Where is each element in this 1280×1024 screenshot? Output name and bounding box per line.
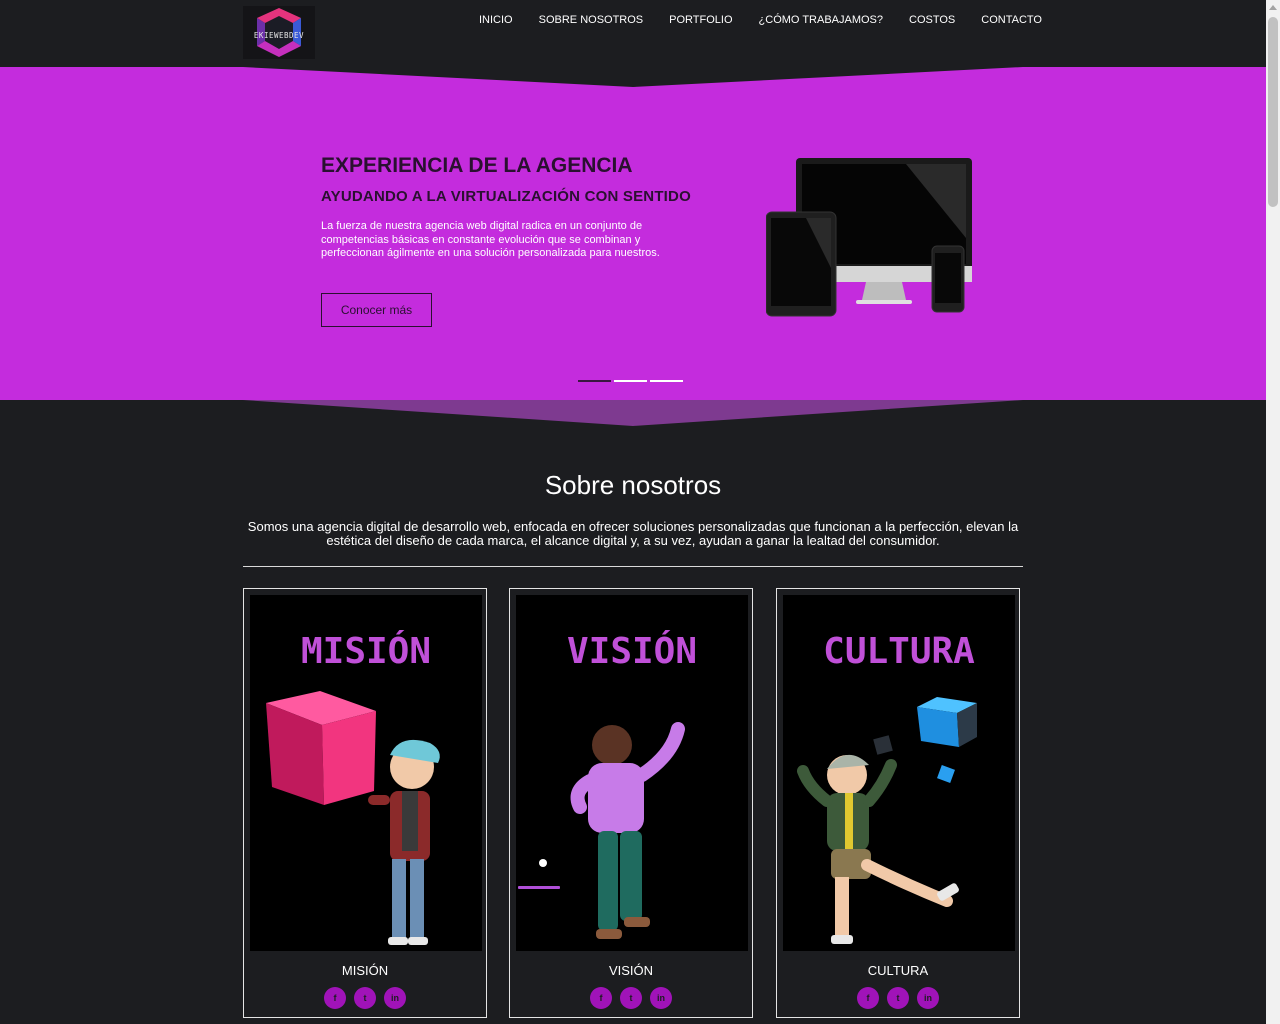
facebook-icon[interactable]: f: [324, 987, 346, 1009]
facebook-icon[interactable]: f: [590, 987, 612, 1009]
social-links: f t in: [510, 987, 752, 1009]
hero-bottom-band: [243, 400, 1023, 426]
facebook-icon[interactable]: f: [857, 987, 879, 1009]
card-image-title: VISIÓN: [567, 630, 697, 672]
scroll-up-arrow-icon[interactable]: [1269, 5, 1277, 10]
devices-illustration: [766, 158, 972, 317]
twitter-icon[interactable]: t: [620, 987, 642, 1009]
nav-item-costos[interactable]: COSTOS: [896, 13, 968, 27]
card-label: CULTURA: [867, 963, 929, 978]
top-navbar: EKIEWEBDEV INICIO SOBRE NOSOTROS PORTFOL…: [0, 0, 1266, 67]
nav-item-portfolio[interactable]: PORTFOLIO: [656, 13, 745, 27]
twitter-icon[interactable]: t: [887, 987, 909, 1009]
linkedin-icon[interactable]: in: [650, 987, 672, 1009]
card-image-cultura: CULTURA: [783, 595, 1015, 951]
card-vision: VISIÓN VISIÓN f t in: [509, 588, 753, 1018]
nav-item-como-trabajamos[interactable]: ¿CÓMO TRABAJAMOS?: [746, 13, 896, 27]
card-image-title: MISIÓN: [301, 630, 431, 672]
card-image-title: CULTURA: [823, 631, 975, 672]
carousel-dot-2[interactable]: [614, 380, 647, 382]
card-label: VISIÓN: [608, 963, 654, 978]
learn-more-button[interactable]: Conocer más: [321, 293, 432, 327]
card-label: MISIÓN: [341, 963, 389, 978]
hero-description: La fuerza de nuestra agencia web digital…: [321, 220, 660, 259]
hero-title: EXPERIENCIA DE LA AGENCIA: [321, 154, 633, 177]
card-image-vision: VISIÓN: [516, 595, 748, 951]
scrollbar-thumb[interactable]: [1268, 17, 1278, 207]
hero-top-notch: [243, 67, 1023, 87]
carousel-dot-3[interactable]: [650, 380, 683, 382]
logo-text: EKIEWEBDEV: [253, 31, 305, 40]
nav-item-sobre-nosotros[interactable]: SOBRE NOSOTROS: [526, 13, 657, 27]
hero-carousel: EXPERIENCIA DE LA AGENCIA AYUDANDO A LA …: [0, 67, 1266, 400]
section-divider: [243, 566, 1023, 567]
about-description: Somos una agencia digital de desarrollo …: [247, 519, 1019, 548]
logo[interactable]: EKIEWEBDEV: [243, 6, 315, 59]
linkedin-icon[interactable]: in: [384, 987, 406, 1009]
page-scrollbar[interactable]: [1266, 0, 1280, 1024]
twitter-icon[interactable]: t: [354, 987, 376, 1009]
card-image-mision: MISIÓN: [250, 595, 482, 951]
nav-item-inicio[interactable]: INICIO: [466, 13, 526, 27]
carousel-indicators: [578, 380, 683, 382]
social-links: f t in: [244, 987, 486, 1009]
social-links: f t in: [777, 987, 1019, 1009]
section-title-sobre-nosotros: Sobre nosotros: [544, 470, 722, 500]
main-nav: INICIO SOBRE NOSOTROS PORTFOLIO ¿CÓMO TR…: [466, 13, 1055, 27]
carousel-dot-1[interactable]: [578, 380, 611, 382]
linkedin-icon[interactable]: in: [917, 987, 939, 1009]
nav-item-contacto[interactable]: CONTACTO: [968, 13, 1055, 27]
hero-subtitle: AYUDANDO A LA VIRTUALIZACIÓN CON SENTIDO: [321, 188, 691, 205]
card-cultura: CULTURA CULTURA f t in: [776, 588, 1020, 1018]
card-mision: MISIÓN MISIÓN f t in: [243, 588, 487, 1018]
